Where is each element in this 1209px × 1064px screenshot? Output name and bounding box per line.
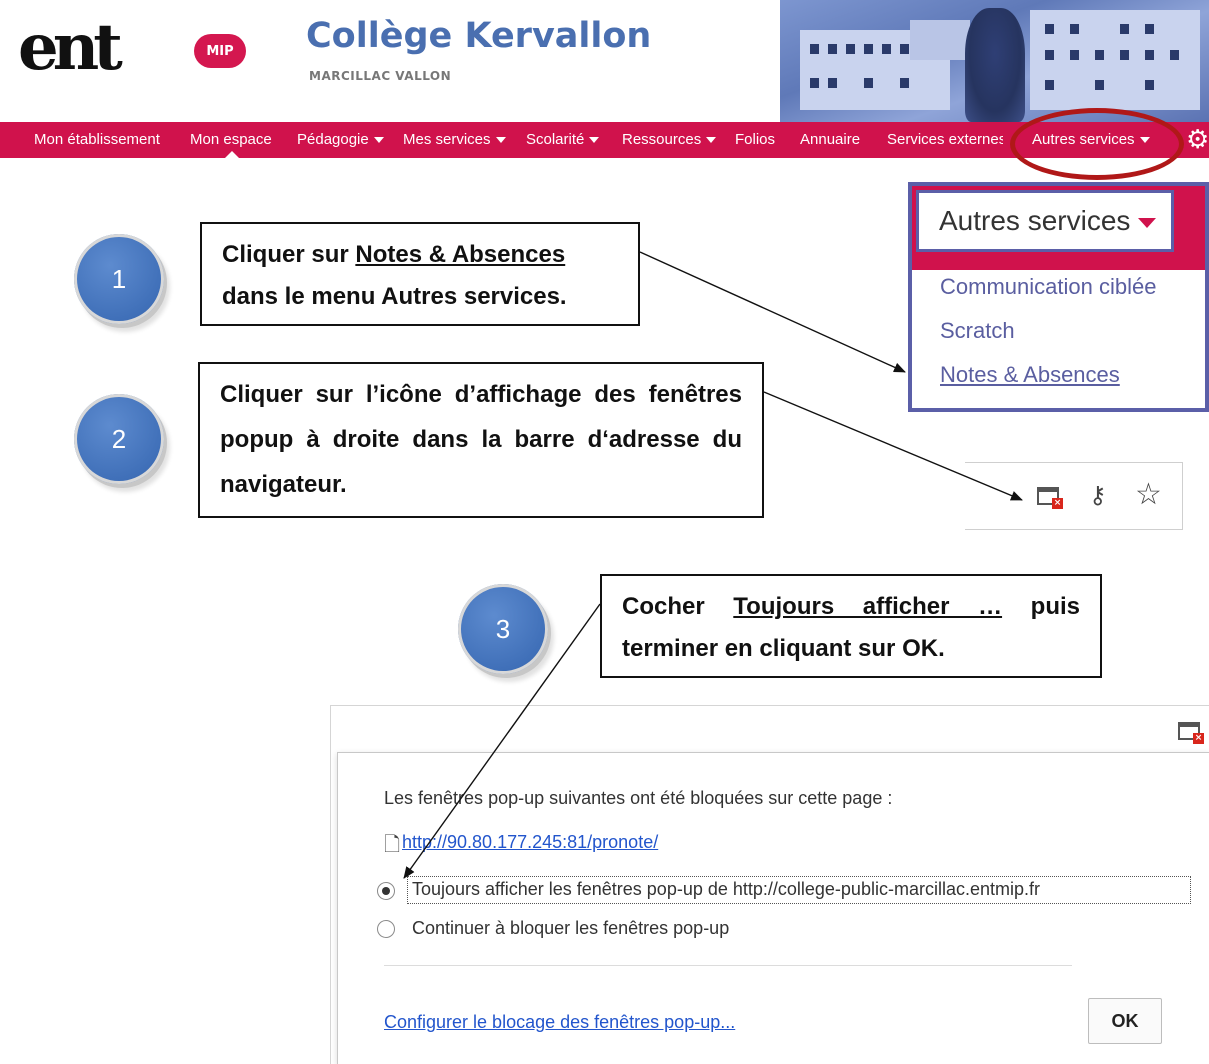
nav-ressources[interactable]: Ressources — [622, 122, 717, 158]
page-icon: 🗋 — [384, 834, 401, 856]
nav-services-externes[interactable]: Services externes — [887, 122, 1003, 158]
option-always-show-label[interactable]: Toujours afficher les fenêtres pop-up de… — [412, 879, 1040, 900]
chevron-down-icon — [373, 137, 384, 144]
manage-popup-blocking-link[interactable]: Configurer le blocage des fenêtres pop-u… — [384, 1012, 735, 1033]
chevron-down-icon — [495, 137, 506, 144]
school-city: MARCILLAC VALLON — [309, 69, 452, 83]
gear-icon[interactable]: ⚙ — [1186, 124, 1209, 156]
school-banner-photo — [780, 0, 1209, 122]
highlight-ring — [1010, 108, 1184, 180]
step-3-instruction: Cocher Toujours afficher … puis terminer… — [600, 574, 1102, 678]
browser-address-bar-icons: × ⚷ ☆ — [965, 462, 1183, 530]
step-3-badge: 3 — [458, 584, 548, 674]
notes-absences-label: Notes & Absences — [355, 241, 566, 268]
nav-annuaire[interactable]: Annuaire — [800, 122, 860, 158]
step-2-badge: 2 — [74, 394, 164, 484]
arrow-step-1 — [639, 251, 906, 373]
menu-item-scratch[interactable]: Scratch — [940, 318, 1015, 344]
radio-always-show[interactable] — [377, 882, 395, 900]
chevron-down-icon — [706, 137, 717, 144]
logo-text: ent — [18, 10, 123, 85]
step-1-badge: 1 — [74, 234, 164, 324]
active-nav-indicator — [225, 151, 239, 158]
mip-badge: MIP — [194, 34, 246, 68]
star-icon[interactable]: ☆ — [1135, 477, 1162, 513]
ent-logo[interactable]: ent MIP — [18, 10, 246, 85]
nav-pedagogie[interactable]: Pédagogie — [297, 122, 384, 158]
popup-blocked-icon[interactable]: × — [1037, 487, 1063, 509]
menu-item-communication-ciblee[interactable]: Communication ciblée — [940, 274, 1156, 300]
nav-folios[interactable]: Folios — [735, 122, 775, 158]
step-1-instruction: Cliquer sur Notes & Absences dans le men… — [200, 222, 640, 326]
chevron-down-icon — [1138, 217, 1157, 228]
dropdown-title[interactable]: Autres services — [916, 190, 1174, 252]
chevron-down-icon — [589, 137, 600, 144]
radio-keep-blocking[interactable] — [377, 920, 395, 938]
school-name: Collège Kervallon — [306, 16, 652, 56]
blocked-url-link[interactable]: http://90.80.177.245:81/pronote/ — [402, 832, 658, 853]
autres-services-dropdown: Autres services Communication ciblée Scr… — [908, 182, 1209, 412]
menu-item-notes-absences[interactable]: Notes & Absences — [940, 362, 1120, 388]
step-2-instruction: Cliquer sur l’icône d’affichage des fenê… — [198, 362, 764, 518]
nav-scolarite[interactable]: Scolarité — [526, 122, 600, 158]
nav-mes-services[interactable]: Mes services — [403, 122, 506, 158]
nav-mon-etablissement[interactable]: Mon établissement — [34, 122, 160, 158]
dialog-message: Les fenêtres pop-up suivantes ont été bl… — [384, 788, 893, 808]
option-keep-blocking-label[interactable]: Continuer à bloquer les fenêtres pop-up — [412, 918, 729, 939]
ok-button[interactable]: OK — [1088, 998, 1162, 1044]
dialog-divider — [384, 965, 1072, 966]
toujours-afficher-label: Toujours afficher … — [733, 593, 1003, 620]
popup-blocked-icon[interactable]: × — [1178, 722, 1204, 744]
key-icon[interactable]: ⚷ — [1089, 477, 1107, 513]
